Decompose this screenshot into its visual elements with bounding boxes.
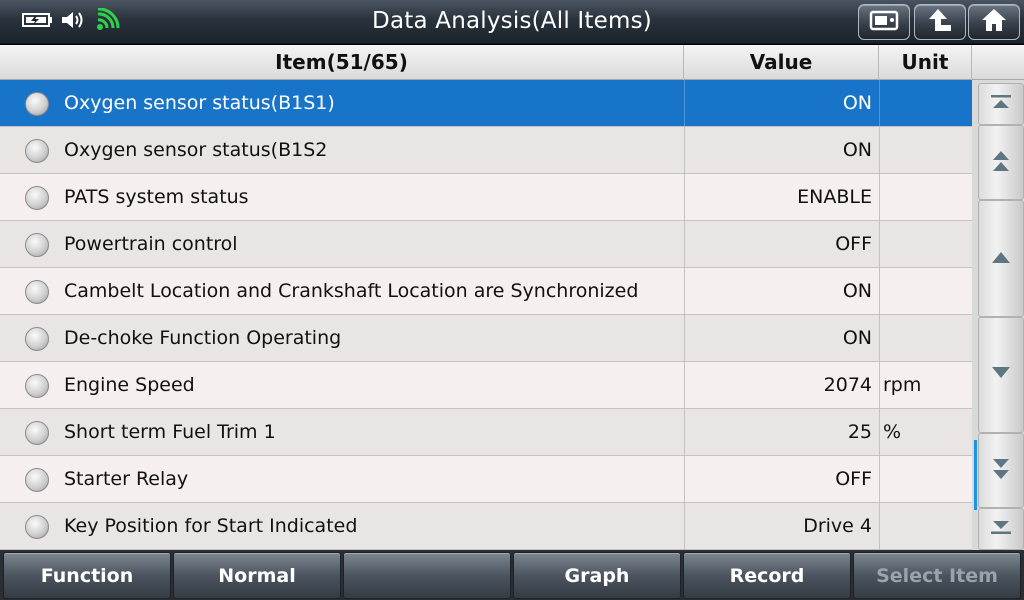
- table-row[interactable]: Oxygen sensor status(B1S2 ON: [0, 127, 972, 174]
- page-up-icon: [989, 148, 1013, 178]
- down-icon: [989, 365, 1013, 385]
- scroll-top-icon: [989, 93, 1013, 115]
- row-item-name: Oxygen sensor status(B1S1): [64, 92, 335, 114]
- table-row[interactable]: Short term Fuel Trim 1 25 %: [0, 409, 972, 456]
- scroll-top-button[interactable]: [978, 83, 1024, 125]
- row-item-name: Key Position for Start Indicated: [64, 515, 358, 537]
- row-radio[interactable]: [25, 280, 49, 304]
- function-button[interactable]: Function: [3, 552, 171, 599]
- page-down-icon: [989, 456, 1013, 486]
- home-icon: [980, 7, 1008, 37]
- back-icon: [926, 7, 954, 37]
- table-row[interactable]: Key Position for Start Indicated Drive 4: [0, 503, 972, 550]
- up-icon: [989, 249, 1013, 269]
- row-value: ON: [684, 127, 879, 173]
- page-down-button[interactable]: [978, 433, 1024, 508]
- row-unit: [879, 174, 972, 220]
- table-row[interactable]: Engine Speed 2074 rpm: [0, 362, 972, 409]
- table-header: Item(51/65) Value Unit: [0, 45, 972, 80]
- row-radio[interactable]: [25, 92, 49, 116]
- table-row[interactable]: PATS system status ENABLE: [0, 174, 972, 221]
- home-button[interactable]: [968, 4, 1020, 40]
- row-unit: [879, 268, 972, 314]
- row-value: ON: [684, 268, 879, 314]
- scroll-up-button[interactable]: [978, 200, 1024, 317]
- row-item-name: Cambelt Location and Crankshaft Location…: [64, 280, 639, 302]
- row-item-name: Short term Fuel Trim 1: [64, 421, 276, 443]
- row-value: 2074: [684, 362, 879, 408]
- row-radio[interactable]: [25, 515, 49, 539]
- select-item-button[interactable]: Select Item: [853, 552, 1021, 599]
- scroll-bottom-icon: [989, 518, 1013, 540]
- row-value: ON: [684, 80, 879, 126]
- row-item-name: De-choke Function Operating: [64, 327, 342, 349]
- row-radio[interactable]: [25, 374, 49, 398]
- row-radio[interactable]: [25, 421, 49, 445]
- row-value: ENABLE: [684, 174, 879, 220]
- table-row[interactable]: Cambelt Location and Crankshaft Location…: [0, 268, 972, 315]
- function-bar: Function Normal Graph Record Select Item: [0, 550, 1024, 600]
- screenshot-button[interactable]: [858, 4, 910, 40]
- row-value: ON: [684, 315, 879, 361]
- row-item-name: Starter Relay: [64, 468, 189, 490]
- row-item-name: Powertrain control: [64, 233, 238, 255]
- row-unit: [879, 456, 972, 502]
- row-radio[interactable]: [25, 139, 49, 163]
- title-bar: Data Analysis(All Items): [0, 0, 1024, 44]
- row-unit: [879, 80, 972, 126]
- column-header-item: Item(51/65): [0, 45, 684, 80]
- row-unit: %: [879, 409, 972, 455]
- page-up-button[interactable]: [978, 125, 1024, 200]
- row-radio[interactable]: [25, 468, 49, 492]
- table-row[interactable]: Powertrain control OFF: [0, 221, 972, 268]
- back-button[interactable]: [914, 4, 966, 40]
- scroll-position-indicator[interactable]: [974, 440, 977, 510]
- row-unit: [879, 315, 972, 361]
- table-row[interactable]: Oxygen sensor status(B1S1) ON: [0, 80, 972, 127]
- row-unit: [879, 503, 972, 549]
- column-header-unit: Unit: [879, 45, 972, 80]
- row-radio[interactable]: [25, 233, 49, 257]
- row-unit: [879, 127, 972, 173]
- row-unit: [879, 221, 972, 267]
- row-radio[interactable]: [25, 186, 49, 210]
- row-item-name: PATS system status: [64, 186, 249, 208]
- empty-button[interactable]: [343, 552, 511, 599]
- row-item-name: Oxygen sensor status(B1S2: [64, 139, 328, 161]
- row-value: Drive 4: [684, 503, 879, 549]
- graph-button[interactable]: Graph: [513, 552, 681, 599]
- screenshot-icon: [869, 8, 899, 36]
- normal-button[interactable]: Normal: [173, 552, 341, 599]
- row-value: 25: [684, 409, 879, 455]
- data-table: Item(51/65) Value Unit Oxygen sensor sta…: [0, 45, 972, 550]
- scroll-down-button[interactable]: [978, 317, 1024, 433]
- scroll-panel: [972, 45, 1024, 550]
- scroll-bottom-button[interactable]: [978, 508, 1024, 550]
- row-value: OFF: [684, 221, 879, 267]
- table-body: Oxygen sensor status(B1S1) ON Oxygen sen…: [0, 80, 972, 550]
- row-radio[interactable]: [25, 327, 49, 351]
- table-row[interactable]: De-choke Function Operating ON: [0, 315, 972, 362]
- row-value: OFF: [684, 456, 879, 502]
- row-unit: rpm: [879, 362, 972, 408]
- scroll-header: [972, 45, 1024, 80]
- record-button[interactable]: Record: [683, 552, 851, 599]
- row-item-name: Engine Speed: [64, 374, 195, 396]
- column-header-value: Value: [684, 45, 879, 80]
- table-row[interactable]: Starter Relay OFF: [0, 456, 972, 503]
